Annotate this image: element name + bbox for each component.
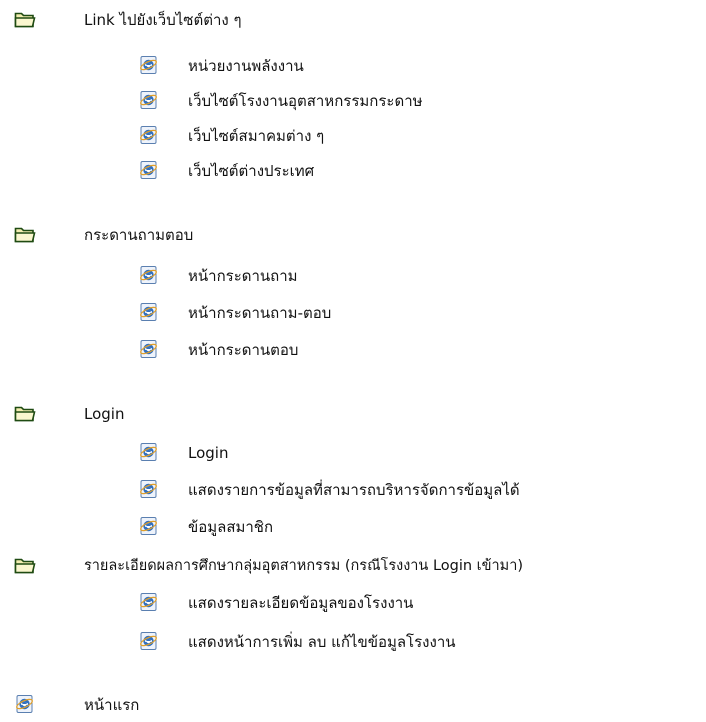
link-label: แสดงรายละเอียดข้อมูลของโรงงาน [188, 594, 414, 612]
link-label: หน้าแรก [84, 696, 140, 714]
ie-page-icon [138, 265, 160, 285]
folder-label: รายละเอียดผลการศึกษากลุ่มอุตสาหกรรม (กรณ… [84, 558, 524, 574]
ie-page-icon [138, 516, 160, 536]
link-label: หน้ากระดานถาม-ตอบ [188, 304, 332, 322]
link-label: ข้อมูลสมาชิก [188, 518, 274, 536]
ie-page-icon [138, 55, 160, 75]
link-label: Login [188, 444, 229, 462]
link-label: เว็บไซต์ต่างประเทศ [188, 162, 315, 180]
ie-page-icon [138, 442, 160, 462]
link-label: เว็บไซต์โรงงานอุตสาหกรรมกระดาษ [188, 92, 423, 110]
link-label: หน่วยงานพลังงาน [188, 57, 304, 75]
link-label: แสดงรายการข้อมูลที่สามารถบริหารจัดการข้อ… [188, 481, 520, 499]
ie-page-icon [138, 592, 160, 612]
folder-icon [14, 403, 36, 423]
ie-page-icon [138, 302, 160, 322]
ie-page-icon [138, 125, 160, 145]
folder-icon [14, 555, 36, 575]
ie-page-icon [14, 694, 36, 714]
link-label: แสดงหน้าการเพิ่ม ลบ แก้ไขข้อมูลโรงงาน [188, 633, 456, 651]
ie-page-icon [138, 90, 160, 110]
ie-page-icon [138, 160, 160, 180]
link-label: หน้ากระดานถาม [188, 267, 298, 285]
folder-icon [14, 224, 36, 244]
folder-label: Login [84, 405, 125, 423]
link-label: เว็บไซต์สมาคมต่าง ๆ [188, 127, 325, 145]
folder-label: Link ไปยังเว็บไซต์ต่าง ๆ [84, 11, 242, 29]
ie-page-icon [138, 631, 160, 651]
folder-icon [14, 9, 36, 29]
folder-label: กระดานถามตอบ [84, 226, 194, 244]
ie-page-icon [138, 479, 160, 499]
link-label: หน้ากระดานตอบ [188, 341, 299, 359]
ie-page-icon [138, 339, 160, 359]
